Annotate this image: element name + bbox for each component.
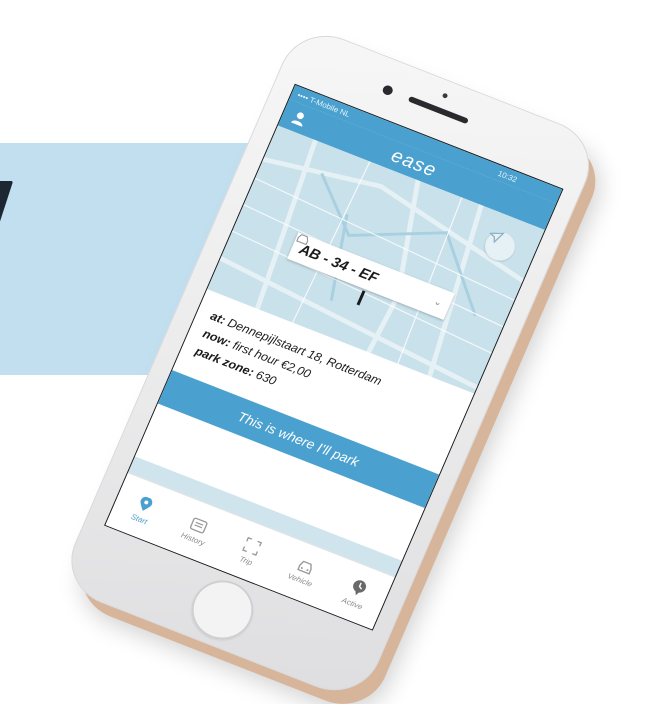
tab-trip-label: Trip	[238, 554, 254, 567]
receipt-icon	[190, 517, 208, 533]
earpiece-speaker	[407, 95, 469, 125]
active-timer-icon	[353, 579, 367, 595]
car-icon	[297, 560, 312, 575]
trip-frame-icon	[242, 536, 263, 556]
phone-screen: •••• T-Mobile NL 10:32 ease AB - 34 - EF…	[104, 83, 564, 631]
phone-scene: •••• T-Mobile NL 10:32 ease AB - 34 - EF…	[0, 0, 670, 704]
tab-start-label: Start	[129, 511, 149, 526]
address-label: at:	[208, 309, 228, 327]
zone-value: 630	[253, 368, 279, 388]
front-camera-icon	[381, 84, 395, 97]
chevron-down-icon: ⌄	[431, 295, 444, 309]
phone-device: •••• T-Mobile NL 10:32 ease AB - 34 - EF…	[56, 22, 604, 704]
proximity-sensor	[441, 92, 449, 99]
user-profile-icon[interactable]	[290, 109, 309, 128]
location-pin-icon	[140, 496, 153, 511]
